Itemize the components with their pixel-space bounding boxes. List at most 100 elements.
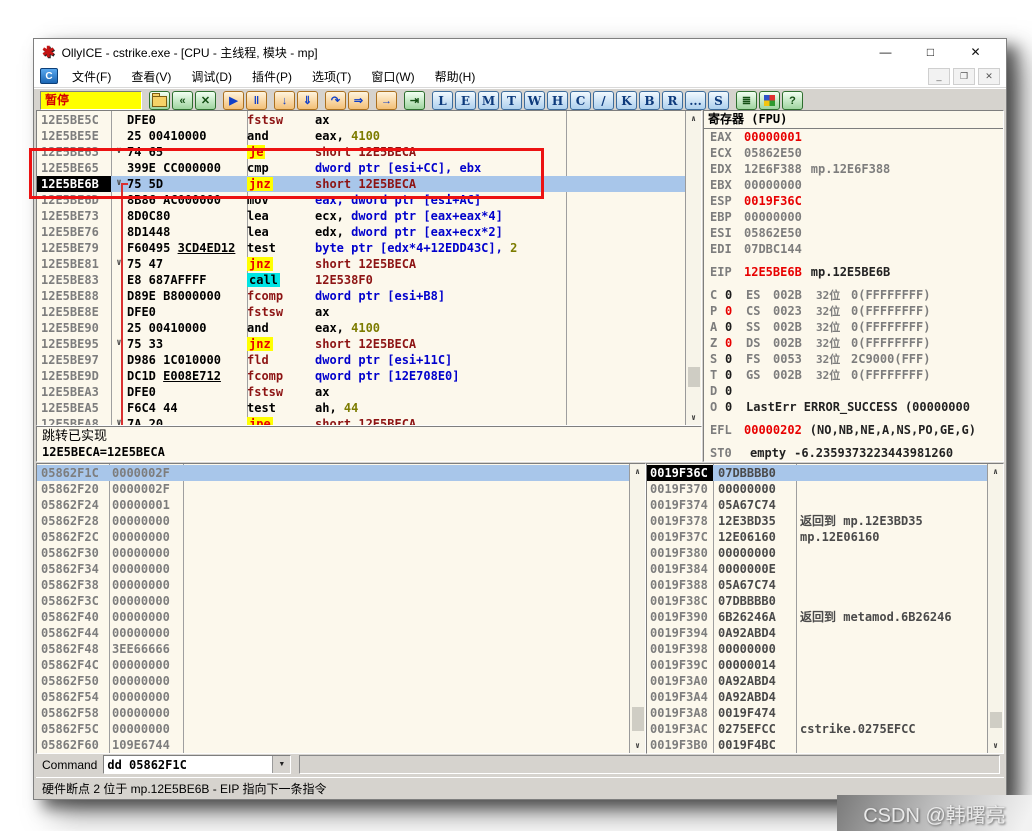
disasm-row[interactable]: 12E5BE79F60495 3CD4ED12testbyte ptr [edx…	[37, 240, 685, 256]
close-target-button[interactable]: ✕	[195, 91, 216, 110]
execute-till-return-button[interactable]: →	[376, 91, 397, 110]
stack-row[interactable]: 0019F39C00000014	[647, 657, 987, 673]
dump-row[interactable]: 05862F5C00000000	[37, 721, 629, 737]
disasm-row[interactable]: 12E5BE9025 00410000andeax, 4100	[37, 320, 685, 336]
restart-button[interactable]: «	[172, 91, 193, 110]
stack-row[interactable]: 0019F38805A67C74	[647, 577, 987, 593]
stack-row[interactable]: 0019F37405A67C74	[647, 497, 987, 513]
view-log-button[interactable]: L	[432, 91, 453, 110]
mdi-close-button[interactable]: ✕	[978, 68, 1000, 85]
help-button[interactable]: ?	[782, 91, 803, 110]
dump-row[interactable]: 05862F4400000000	[37, 625, 629, 641]
view-handles-button[interactable]: H	[547, 91, 568, 110]
flag-D[interactable]: D0	[704, 383, 1003, 399]
view-patches-button[interactable]: /	[593, 91, 614, 110]
scroll-down-icon[interactable]: ∨	[630, 739, 645, 752]
window-minimize-button[interactable]: —	[863, 40, 908, 64]
scroll-down-icon[interactable]: ∨	[686, 411, 701, 424]
step-into-button[interactable]: ↓	[274, 91, 295, 110]
disasm-row[interactable]: 12E5BE83E8 687AFFFFcall12E538F0	[37, 272, 685, 288]
stack-row[interactable]: 0019F38000000000	[647, 545, 987, 561]
dump-row[interactable]: 05862F2C00000000	[37, 529, 629, 545]
mdi-minimize-button[interactable]: _	[928, 68, 950, 85]
register-eip[interactable]: EIP12E5BE6Bmp.12E5BE6B	[704, 264, 1003, 280]
disasm-row[interactable]: 12E5BE9DDC1D E008E712fcompqword ptr [12E…	[37, 368, 685, 384]
flag-C[interactable]: C0ES002B32位0(FFFFFFFF)	[704, 287, 1003, 303]
pause-button[interactable]: ‖	[246, 91, 267, 110]
scrollbar-thumb[interactable]	[632, 707, 644, 731]
stack-row[interactable]: 0019F3A80019F474	[647, 705, 987, 721]
disasm-row[interactable]: 12E5BE81∨75 47jnzshort 12E5BECA	[37, 256, 685, 272]
dump-row[interactable]: 05862F5400000000	[37, 689, 629, 705]
disasm-row[interactable]: 12E5BE8EDFE0fstswax	[37, 304, 685, 320]
register-esp[interactable]: ESP0019F36C	[704, 193, 1003, 209]
step-over-button[interactable]: ↷	[325, 91, 346, 110]
flag-A[interactable]: A0SS002B32位0(FFFFFFFF)	[704, 319, 1003, 335]
menu-item[interactable]: 查看(V)	[121, 66, 181, 87]
register-ecx[interactable]: ECX05862E50	[704, 145, 1003, 161]
flag-P[interactable]: P0CS002332位0(FFFFFFFF)	[704, 303, 1003, 319]
dump-row[interactable]: 05862F483EE66666	[37, 641, 629, 657]
stack-row[interactable]: 0019F39800000000	[647, 641, 987, 657]
dump-row[interactable]: 05862F3400000000	[37, 561, 629, 577]
dump-row[interactable]: 05862F4000000000	[37, 609, 629, 625]
scroll-up-icon[interactable]: ∧	[988, 465, 1003, 478]
scrollbar-thumb[interactable]	[688, 367, 700, 387]
register-edi[interactable]: EDI07DBC144	[704, 241, 1003, 257]
dump-row[interactable]: 05862F60109E6744	[37, 737, 629, 753]
menu-item[interactable]: 插件(P)	[242, 66, 302, 87]
run-button[interactable]: ▶	[223, 91, 244, 110]
window-maximize-button[interactable]: □	[908, 40, 953, 64]
efl-line[interactable]: EFL00000202(NO,NB,NE,A,NS,PO,GE,G)	[704, 422, 1003, 438]
view-call-stack-button[interactable]: K	[616, 91, 637, 110]
flag-S[interactable]: S0FS005332位2C9000(FFF)	[704, 351, 1003, 367]
menu-item[interactable]: 调试(D)	[181, 66, 242, 87]
stack-row[interactable]: 0019F3A00A92ABD4	[647, 673, 987, 689]
register-esi[interactable]: ESI05862E50	[704, 225, 1003, 241]
dump-row[interactable]: 05862F3C00000000	[37, 593, 629, 609]
animate-into-button[interactable]: ⇓	[297, 91, 318, 110]
view-executables-button[interactable]: E	[455, 91, 476, 110]
open-file-button[interactable]	[149, 91, 170, 110]
breakpoint-list-button[interactable]: ≣	[736, 91, 757, 110]
stack-row[interactable]: 0019F3840000000E	[647, 561, 987, 577]
view-threads-button[interactable]: T	[501, 91, 522, 110]
disasm-row[interactable]: 12E5BEA5F6C4 44testah, 44	[37, 400, 685, 416]
menu-item[interactable]: 帮助(H)	[425, 66, 486, 87]
stack-row[interactable]: 0019F3906B26246A返回到 metamod.6B26246	[647, 609, 987, 625]
stack-row[interactable]: 0019F37000000000	[647, 481, 987, 497]
stack-row[interactable]: 0019F3AC0275EFCCcstrike.0275EFCC	[647, 721, 987, 737]
scroll-up-icon[interactable]: ∧	[630, 465, 645, 478]
view-run-trace-button[interactable]: ...	[685, 91, 706, 110]
stack-row[interactable]: 0019F37812E3BD35返回到 mp.12E3BD35	[647, 513, 987, 529]
flag-T[interactable]: T0GS002B32位0(FFFFFFFF)	[704, 367, 1003, 383]
view-source-button[interactable]: S	[708, 91, 729, 110]
disasm-row[interactable]: 12E5BE97D986 1C010000flddword ptr [esi+1…	[37, 352, 685, 368]
scrollbar-thumb[interactable]	[990, 712, 1002, 728]
stack-row[interactable]: 0019F3940A92ABD4	[647, 625, 987, 641]
disasm-row[interactable]: 12E5BE88D89E B8000000fcompdword ptr [esi…	[37, 288, 685, 304]
flag-O[interactable]: O0LastErr ERROR_SUCCESS (00000000	[704, 399, 1003, 415]
disasm-row[interactable]: 12E5BE5CDFE0fstswax	[37, 112, 685, 128]
dump-row[interactable]: 05862F5000000000	[37, 673, 629, 689]
view-breakpoints-button[interactable]: B	[639, 91, 660, 110]
disasm-row[interactable]: 12E5BE95∨75 33jnzshort 12E5BECA	[37, 336, 685, 352]
register-edx[interactable]: EDX12E6F388mp.12E6F388	[704, 161, 1003, 177]
animate-over-button[interactable]: ⇒	[348, 91, 369, 110]
view-memory-button[interactable]: M	[478, 91, 499, 110]
dump-row[interactable]: 05862F3000000000	[37, 545, 629, 561]
stack-scrollbar[interactable]: ∧ ∨	[987, 464, 1003, 753]
goto-address-button[interactable]: ⇥	[404, 91, 425, 110]
register-ebp[interactable]: EBP00000000	[704, 209, 1003, 225]
view-windows-button[interactable]: W	[524, 91, 545, 110]
dump-scrollbar[interactable]: ∧ ∨	[629, 464, 645, 753]
scroll-up-icon[interactable]: ∧	[686, 112, 701, 125]
window-close-button[interactable]: ✕	[953, 40, 998, 64]
dump-row[interactable]: 05862F4C00000000	[37, 657, 629, 673]
menu-item[interactable]: 选项(T)	[302, 66, 361, 87]
view-references-button[interactable]: R	[662, 91, 683, 110]
stack-row[interactable]: 0019F3B00019F4BC	[647, 737, 987, 753]
scroll-down-icon[interactable]: ∨	[988, 739, 1003, 752]
menu-item[interactable]: 窗口(W)	[361, 66, 424, 87]
stack-row[interactable]: 0019F36C07DBBBB0	[647, 465, 987, 481]
